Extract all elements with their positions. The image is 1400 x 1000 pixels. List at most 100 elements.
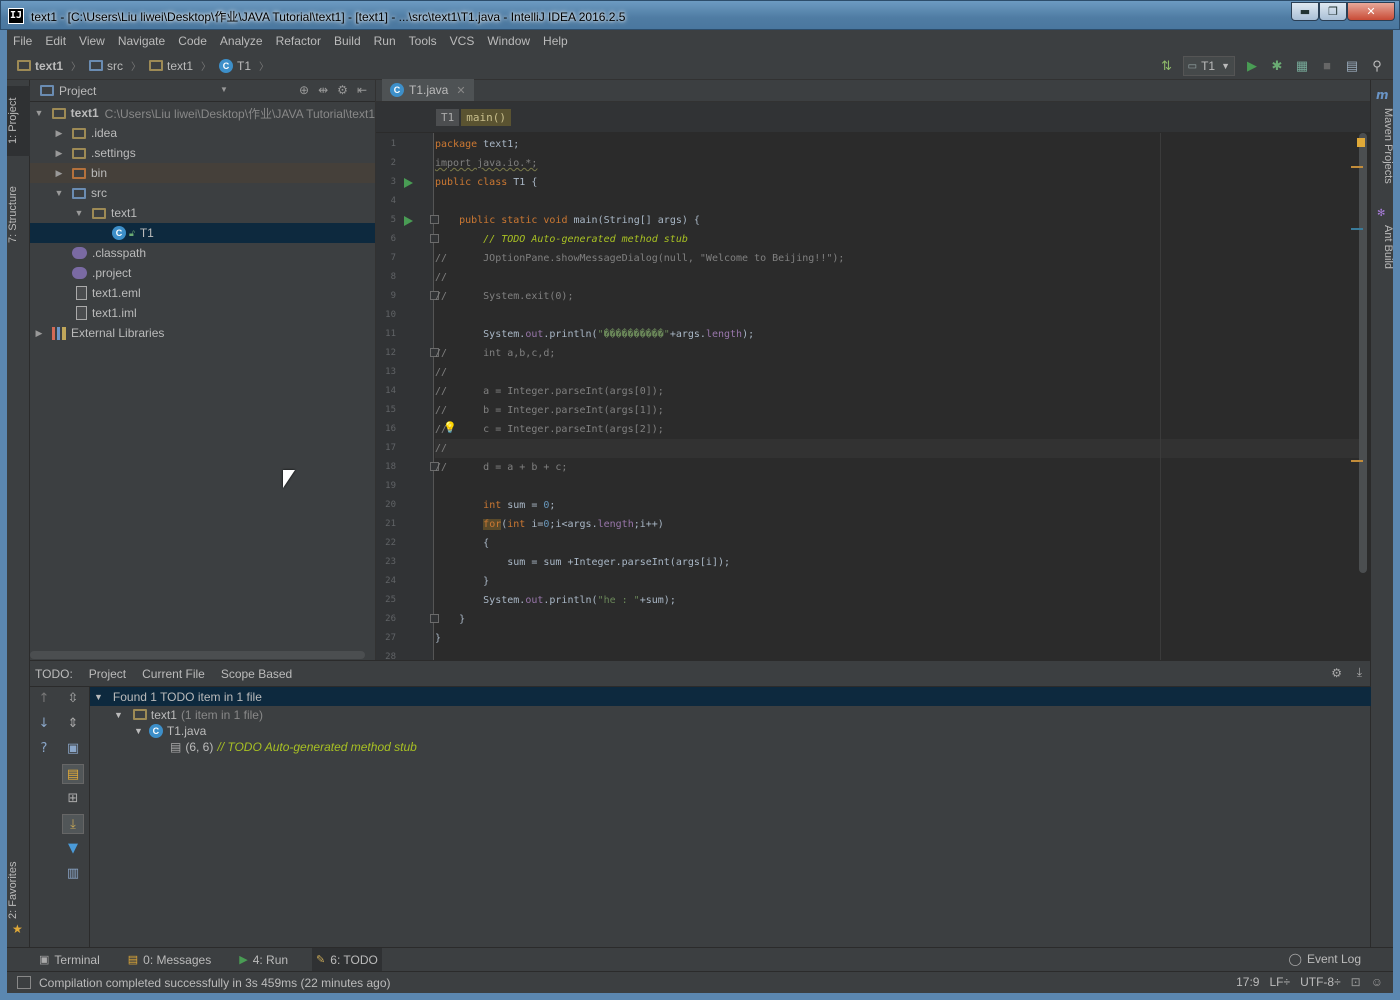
tool-tab-maven-projects[interactable]: Maven Projects [1371,108,1394,198]
menu-build[interactable]: Build [334,34,361,48]
close-window-button[interactable]: ✕ [1347,2,1395,21]
expand-arrow-icon[interactable]: ▼ [94,692,103,702]
tool-tab-run[interactable]: ▶ 4: Run [235,948,292,972]
hide-icon[interactable]: ⇤ [357,83,367,97]
export-icon[interactable]: ▥ [62,864,84,884]
error-stripe-marker[interactable] [1351,460,1363,462]
expand-arrow-icon[interactable]: ▶ [34,328,44,339]
todo-summary-row[interactable]: ▼ Found 1 TODO item in 1 file [90,687,1371,706]
tab-current-file[interactable]: Current File [142,667,205,681]
tree-item-text1-eml[interactable]: text1.eml [30,283,375,303]
tree-item-class-t1[interactable]: C 🔓︎ T1 [30,223,375,243]
chevron-down-icon[interactable]: ▼ [220,85,228,94]
editor-tab-t1-java[interactable]: C T1.java ✕ [382,79,474,101]
expand-arrow-icon[interactable]: ▶ [54,128,64,139]
encoding-select[interactable]: UTF-8÷ [1300,975,1341,989]
expand-all-icon[interactable]: ⇳ [62,689,84,709]
event-log-button[interactable]: ◯ Event Log [1289,952,1361,966]
tree-item-package-text1[interactable]: ▼ text1 [30,203,375,223]
todo-module-row[interactable]: ▼ text1 (1 item in 1 file) [90,706,1371,723]
todo-item-row[interactable]: ▤ (6, 6) // TODO Auto-generated method s… [90,738,1371,755]
tree-item-src[interactable]: ▼ src [30,183,375,203]
project-structure-icon[interactable]: ▤ [1344,58,1360,74]
tool-tab-favorites[interactable]: 2: Favorites [7,855,30,925]
search-icon[interactable]: ⚲ [1369,58,1385,74]
tree-item-external-libraries[interactable]: ▶ External Libraries [30,323,375,343]
tree-item-project-file[interactable]: .project [30,263,375,283]
error-stripe-marker[interactable] [1351,166,1363,168]
run-gutter-icon[interactable] [404,216,413,226]
tool-tab-todo[interactable]: ✎ 6: TODO [312,947,382,972]
menu-analyze[interactable]: Analyze [220,34,263,48]
maximize-button[interactable]: ❐ [1319,2,1347,21]
caret-position[interactable]: 17:9 [1236,975,1259,989]
stop-icon[interactable]: ■ [1319,58,1335,74]
menu-refactor[interactable]: Refactor [276,34,321,48]
menu-view[interactable]: View [79,34,105,48]
help-icon[interactable]: ? [33,739,55,759]
next-todo-icon[interactable]: ↓ [33,714,55,734]
gear-icon[interactable]: ⚙ [1331,666,1342,680]
group-by-module-icon[interactable]: ▤ [62,764,84,784]
run-icon[interactable]: ▶ [1244,58,1260,74]
code-area[interactable]: package text1; import java.io.*; public … [435,133,1360,660]
filter-icon[interactable]: ▼ [62,839,84,859]
menu-edit[interactable]: Edit [45,34,66,48]
group-by-package-icon[interactable]: ⊞ [62,789,84,809]
lightbulb-icon[interactable]: 💡 [443,421,457,434]
breadcrumb-src[interactable]: src [89,59,123,73]
tool-tab-structure[interactable]: 7: Structure [7,175,30,255]
expand-arrow-icon[interactable]: ▼ [54,188,64,198]
expand-arrow-icon[interactable]: ▼ [134,726,143,736]
coverage-icon[interactable]: ▦ [1294,58,1310,74]
autoscroll-icon[interactable]: ⤓ [62,814,84,834]
lock-icon[interactable]: ⊡ [1351,975,1361,989]
tree-item-settings[interactable]: ▶ .settings [30,143,375,163]
vertical-scrollbar[interactable] [1359,133,1367,573]
expand-arrow-icon[interactable]: ▶ [54,148,64,159]
error-stripe-marker[interactable] [1351,228,1363,230]
hide-panel-icon[interactable]: ⤓ [1357,665,1362,680]
tree-item-root-module[interactable]: ▼ text1 C:\Users\Liu liwei\Desktop\作业\JA… [30,103,375,123]
gear-icon[interactable]: ⚙ [337,83,348,97]
expand-arrow-icon[interactable]: ▶ [54,168,64,179]
run-gutter-icon[interactable] [404,178,413,188]
breadcrumb-class-chip[interactable]: T1 [436,108,460,126]
previous-todo-icon[interactable]: ↑ [33,689,55,709]
close-tab-icon[interactable]: ✕ [456,84,465,97]
tool-tab-messages[interactable]: ▤ 0: Messages [124,948,215,972]
tool-tab-project[interactable]: 1: Project [7,86,30,156]
menu-code[interactable]: Code [178,34,207,48]
menu-navigate[interactable]: Navigate [118,34,165,48]
tree-item-bin[interactable]: ▶ bin [30,163,375,183]
breadcrumb-method-chip[interactable]: main() [461,108,511,126]
horizontal-scrollbar[interactable] [30,651,365,659]
inspector-icon[interactable]: ☺ [1371,975,1383,989]
run-configuration-select[interactable]: ▭ T1 ▼ [1182,56,1235,76]
menu-window[interactable]: Window [487,34,530,48]
menu-file[interactable]: File [13,34,32,48]
expand-arrow-icon[interactable]: ▼ [74,208,84,218]
tab-project[interactable]: Project [89,667,126,681]
debug-icon[interactable]: ✱ [1269,58,1285,74]
tree-item-idea[interactable]: ▶ .idea [30,123,375,143]
breadcrumb-class[interactable]: C T1 [219,58,251,73]
tab-scope-based[interactable]: Scope Based [221,667,292,681]
tool-tab-terminal[interactable]: ▣ Terminal [35,948,104,972]
tree-item-classpath[interactable]: .classpath [30,243,375,263]
locate-icon[interactable]: ⊕ [299,83,309,97]
expand-arrow-icon[interactable]: ▼ [114,710,123,720]
collapse-all-icon[interactable]: ⇕ [62,714,84,734]
analysis-status-icon[interactable] [1357,138,1365,147]
breadcrumb-package[interactable]: text1 [149,59,193,73]
tool-tab-ant-build[interactable]: Ant Build [1371,225,1394,285]
minimize-button[interactable]: ▬ [1291,2,1319,21]
collapse-icon[interactable]: ⇹ [318,83,328,97]
menu-tools[interactable]: Tools [409,34,437,48]
preview-icon[interactable]: ▣ [62,739,84,759]
menu-run[interactable]: Run [374,34,396,48]
toggle-tool-windows-icon[interactable] [17,976,31,989]
menu-vcs[interactable]: VCS [450,34,475,48]
expand-arrow-icon[interactable]: ▼ [34,108,44,118]
todo-file-row[interactable]: ▼ C T1.java [90,722,1371,739]
